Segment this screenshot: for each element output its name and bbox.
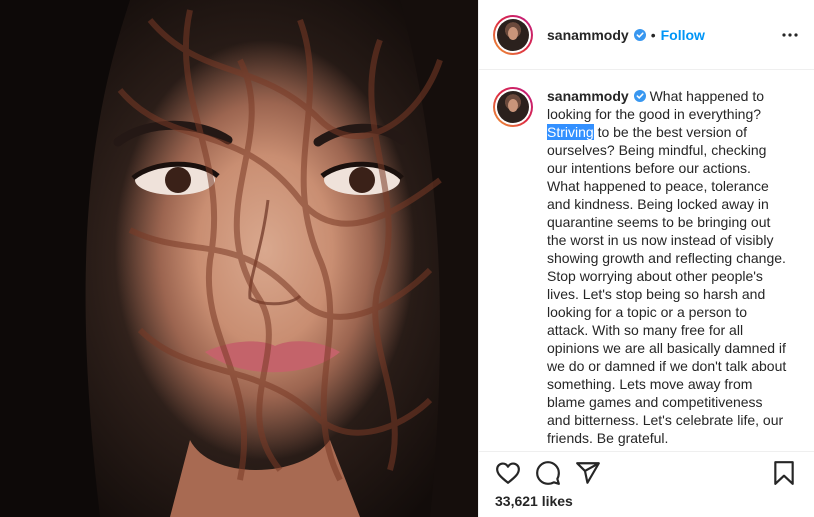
verified-badge-icon [633, 28, 646, 41]
caption-username[interactable]: sanammody [547, 88, 629, 104]
paper-plane-icon[interactable] [575, 460, 601, 486]
caption-body-rest: to be the best version of ourselves? Bei… [547, 124, 787, 446]
heart-icon[interactable] [495, 460, 521, 486]
avatar-image [497, 18, 529, 51]
iris-right [349, 167, 375, 193]
comments-area[interactable]: sanammody What happened to looking for t… [479, 71, 814, 451]
selected-text: Striving [547, 124, 594, 140]
more-options-icon[interactable] [781, 26, 799, 44]
iris-left [165, 167, 191, 193]
caption-avatar[interactable] [493, 87, 533, 127]
post-header: sanammody • Follow [479, 0, 814, 70]
hair-right [400, 0, 478, 517]
avatar-image [497, 91, 529, 123]
caption-text: sanammody What happened to looking for t… [547, 87, 787, 447]
shadow-pattern [117, 9, 443, 482]
header-username[interactable]: sanammody [547, 27, 629, 43]
avatar[interactable] [493, 14, 533, 55]
photo-illustration [0, 0, 478, 517]
follow-button[interactable]: Follow [661, 27, 705, 43]
post-sidebar: sanammody • Follow sanammody What happen… [478, 0, 814, 517]
comment-icon[interactable] [535, 460, 561, 486]
caption: sanammody What happened to looking for t… [479, 71, 814, 447]
separator-dot: • [650, 26, 656, 43]
post-photo[interactable] [0, 0, 478, 517]
verified-badge-icon [633, 90, 646, 102]
instagram-post: sanammody • Follow sanammody What happen… [0, 0, 814, 517]
bookmark-icon[interactable] [771, 460, 797, 486]
likes-count[interactable]: 33,621 likes [495, 493, 573, 509]
action-bar: 33,621 likes [479, 451, 814, 517]
hair-left [0, 0, 130, 517]
